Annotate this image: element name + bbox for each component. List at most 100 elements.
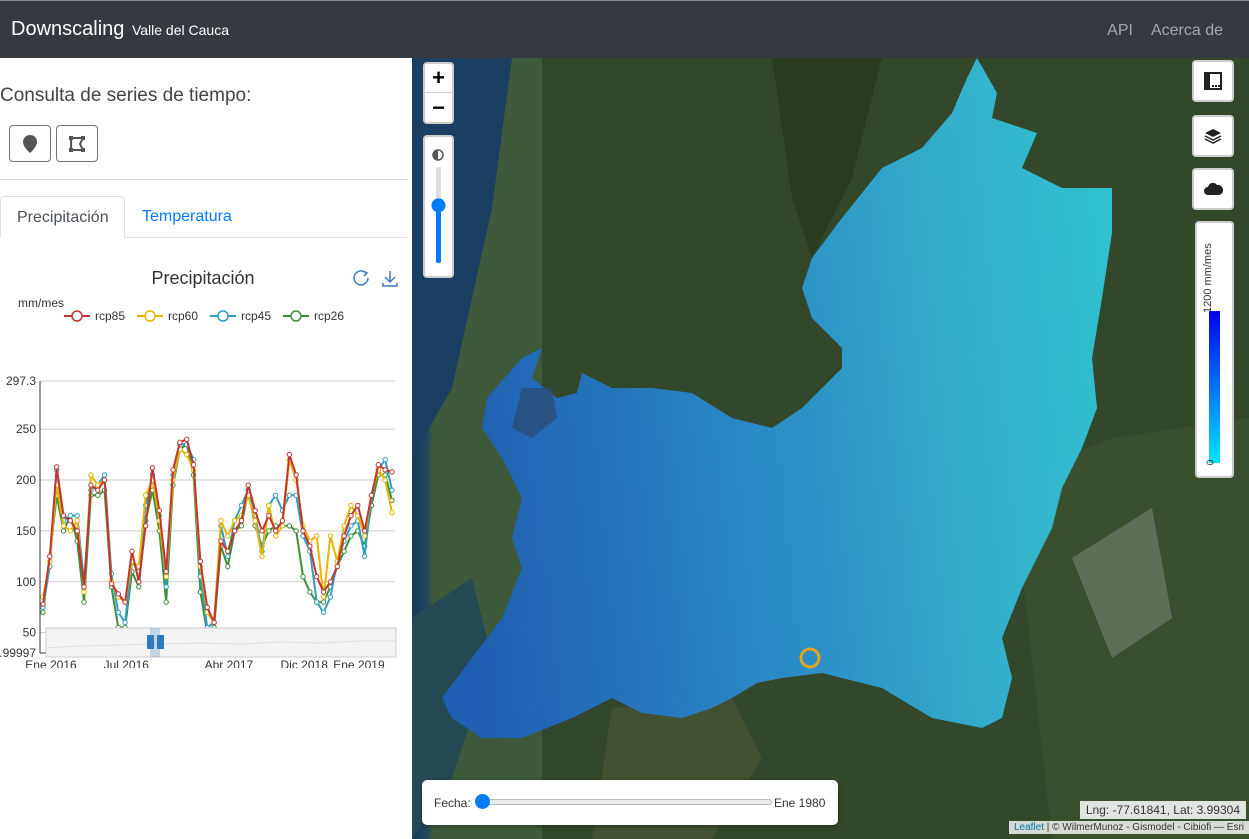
data-point-rcp85[interactable]	[204, 604, 210, 610]
nav-link-api[interactable]: API	[1107, 22, 1133, 40]
data-point-rcp26[interactable]	[266, 528, 272, 534]
data-point-rcp26[interactable]	[320, 599, 327, 605]
data-point-rcp85[interactable]	[101, 477, 108, 483]
legend-item-rcp45[interactable]: rcp45	[241, 309, 271, 323]
data-point-rcp45[interactable]	[238, 502, 245, 509]
data-point-rcp45[interactable]	[272, 492, 279, 498]
data-point-rcp85[interactable]	[245, 482, 251, 488]
data-point-rcp85[interactable]	[74, 528, 80, 534]
data-point-rcp85[interactable]	[163, 568, 169, 575]
data-point-rcp26[interactable]	[307, 589, 313, 595]
data-point-rcp60[interactable]	[327, 533, 334, 539]
data-point-rcp45[interactable]	[314, 599, 320, 605]
data-point-rcp60[interactable]	[320, 594, 327, 600]
data-point-rcp85[interactable]	[122, 599, 128, 605]
data-point-rcp85[interactable]	[300, 528, 306, 534]
data-point-rcp60[interactable]	[60, 523, 67, 529]
data-point-rcp85[interactable]	[266, 512, 272, 519]
data-point-rcp26[interactable]	[300, 573, 306, 580]
data-point-rcp85[interactable]	[334, 563, 340, 570]
download-icon[interactable]	[382, 271, 398, 287]
data-point-rcp85[interactable]	[272, 528, 279, 534]
data-point-rcp85[interactable]	[60, 512, 67, 519]
data-point-rcp26[interactable]	[225, 563, 231, 570]
data-point-rcp60[interactable]	[74, 518, 80, 524]
data-point-rcp45[interactable]	[115, 609, 121, 615]
tab-temperatura[interactable]: Temperatura	[126, 196, 248, 238]
data-point-rcp60[interactable]	[272, 533, 279, 539]
datazoom-handle-right[interactable]	[157, 635, 164, 649]
data-point-rcp85[interactable]	[286, 451, 293, 458]
data-point-rcp45[interactable]	[74, 512, 80, 519]
data-point-rcp45[interactable]	[348, 523, 354, 529]
data-point-rcp85[interactable]	[156, 507, 163, 514]
datazoom-slider[interactable]	[45, 627, 397, 658]
data-point-rcp45[interactable]	[382, 456, 388, 463]
data-point-rcp60[interactable]	[341, 523, 347, 529]
data-point-rcp85[interactable]	[259, 528, 265, 534]
data-point-rcp85[interactable]	[170, 467, 176, 473]
data-point-rcp85[interactable]	[279, 518, 286, 524]
data-point-rcp85[interactable]	[142, 523, 149, 529]
data-point-rcp60[interactable]	[389, 509, 395, 516]
climate-layer-button[interactable]	[1192, 168, 1234, 210]
data-point-rcp85[interactable]	[231, 528, 238, 534]
leaflet-link[interactable]: Leaflet	[1014, 822, 1044, 833]
data-point-rcp85[interactable]	[47, 553, 53, 560]
brand[interactable]: Downscaling Valle del Cauca	[11, 18, 229, 41]
data-point-rcp60[interactable]	[163, 573, 169, 580]
data-point-rcp60[interactable]	[314, 533, 320, 539]
data-point-rcp45[interactable]	[286, 492, 293, 498]
data-point-rcp85[interactable]	[355, 502, 361, 509]
data-point-rcp85[interactable]	[327, 579, 334, 585]
data-point-rcp85[interactable]	[177, 439, 183, 446]
data-point-rcp85[interactable]	[211, 619, 217, 626]
data-point-rcp85[interactable]	[238, 518, 245, 524]
data-point-rcp60[interactable]	[184, 451, 190, 458]
data-point-rcp85[interactable]	[252, 507, 258, 514]
data-point-rcp60[interactable]	[88, 472, 94, 478]
data-point-rcp85[interactable]	[129, 548, 135, 554]
data-point-rcp85[interactable]	[348, 512, 354, 519]
data-point-rcp85[interactable]	[218, 538, 224, 544]
data-point-rcp26[interactable]	[40, 609, 46, 615]
data-point-rcp26[interactable]	[81, 599, 87, 605]
data-point-rcp85[interactable]	[184, 436, 190, 443]
data-point-rcp26[interactable]	[286, 523, 293, 529]
data-point-rcp45[interactable]	[101, 472, 108, 478]
legend-item-rcp60[interactable]: rcp60	[168, 309, 198, 323]
datazoom-handle-left[interactable]	[147, 635, 154, 649]
data-point-rcp85[interactable]	[115, 591, 121, 597]
zoom-out-button[interactable]: −	[425, 93, 452, 122]
data-point-rcp85[interactable]	[88, 482, 94, 488]
tab-precipitacion[interactable]: Precipitación	[0, 196, 125, 238]
data-point-rcp45[interactable]	[327, 594, 334, 600]
data-point-rcp85[interactable]	[81, 584, 87, 590]
data-point-rcp26[interactable]	[95, 492, 101, 498]
data-point-rcp60[interactable]	[218, 518, 224, 524]
legend-item-rcp26[interactable]: rcp26	[314, 309, 344, 323]
data-point-rcp60[interactable]	[361, 533, 368, 539]
data-point-rcp85[interactable]	[382, 467, 388, 473]
data-point-rcp45[interactable]	[67, 512, 74, 519]
data-point-rcp85[interactable]	[108, 581, 115, 587]
data-point-rcp85[interactable]	[190, 462, 197, 468]
data-point-rcp26[interactable]	[136, 584, 142, 590]
data-point-rcp85[interactable]	[307, 543, 313, 549]
data-point-rcp85[interactable]	[95, 487, 101, 493]
legend-item-rcp85[interactable]: rcp85	[95, 309, 125, 323]
data-point-rcp45[interactable]	[225, 553, 231, 560]
data-point-rcp45[interactable]	[389, 487, 395, 493]
data-point-rcp26[interactable]	[60, 528, 67, 534]
layers-button[interactable]	[1192, 115, 1234, 157]
data-point-rcp85[interactable]	[197, 558, 204, 565]
data-point-rcp26[interactable]	[293, 528, 299, 534]
data-point-rcp26[interactable]	[163, 599, 169, 605]
nav-link-about[interactable]: Acerca de	[1151, 22, 1223, 40]
data-point-rcp45[interactable]	[361, 553, 368, 560]
data-point-rcp60[interactable]	[259, 553, 265, 560]
data-point-rcp45[interactable]	[320, 609, 327, 615]
data-point-rcp85[interactable]	[225, 548, 231, 554]
data-point-rcp60[interactable]	[348, 502, 354, 509]
data-point-rcp60[interactable]	[231, 518, 238, 524]
